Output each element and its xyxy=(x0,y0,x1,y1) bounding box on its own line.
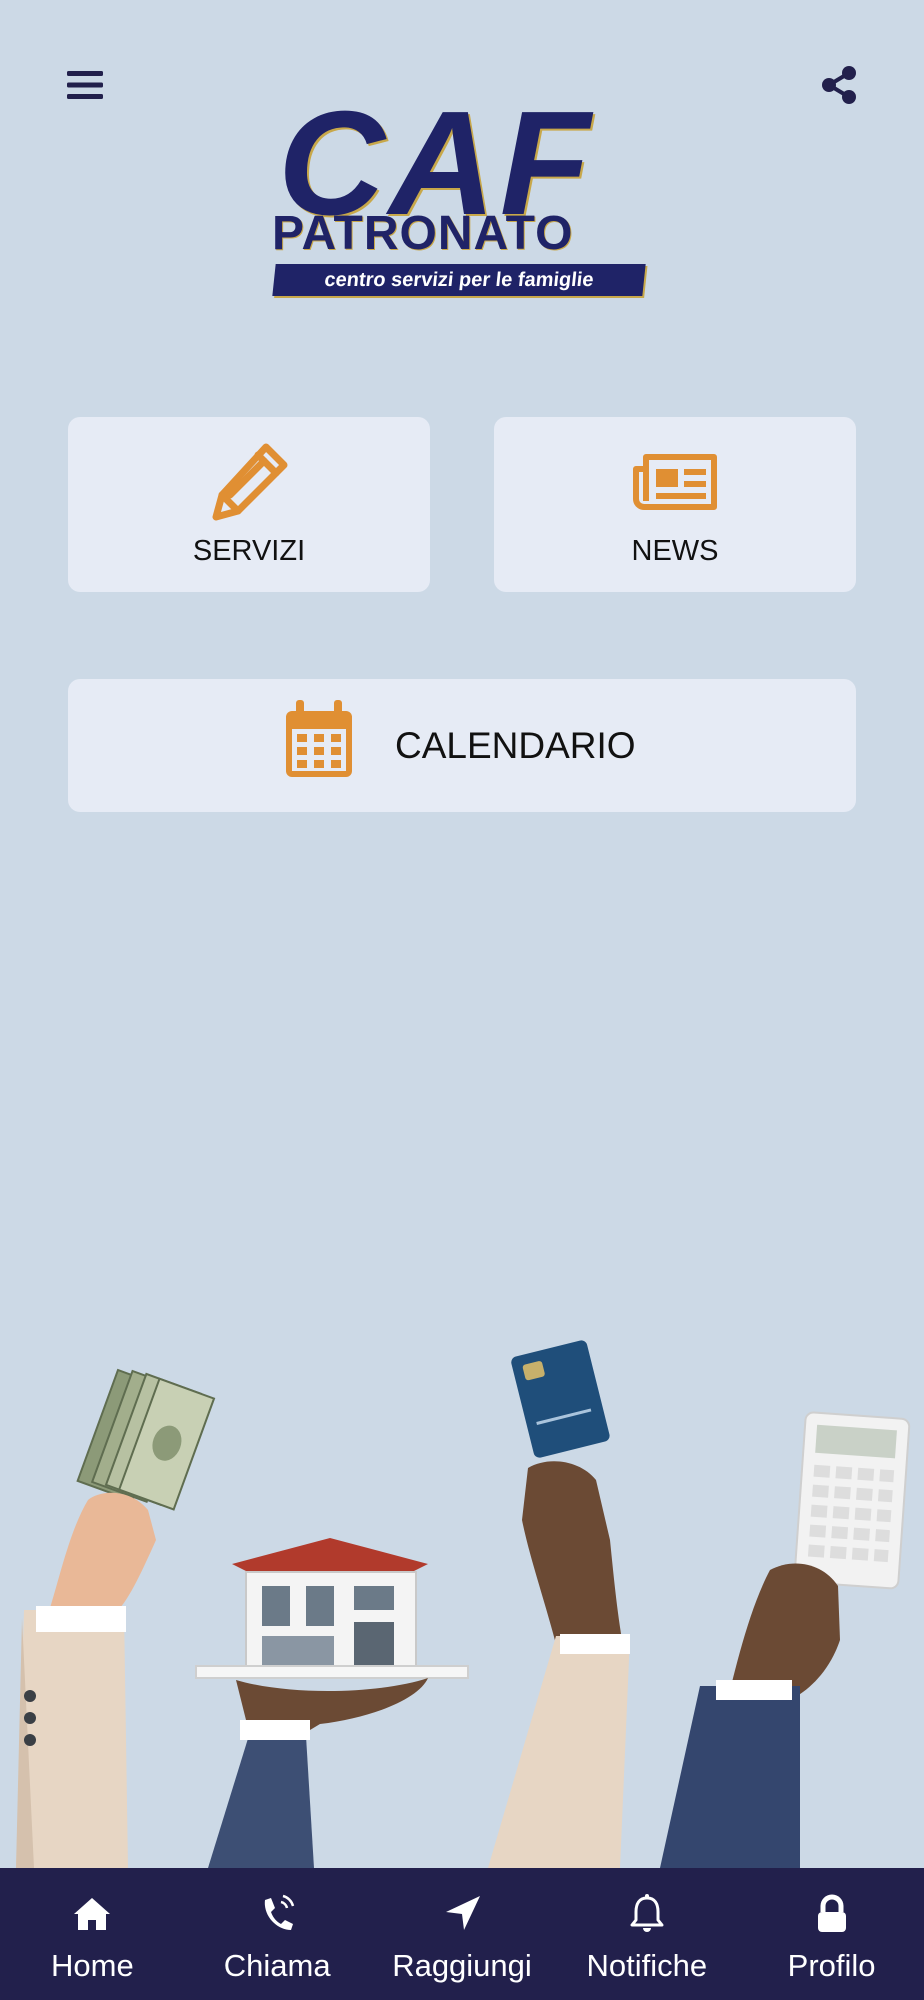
location-arrow-icon xyxy=(445,1896,480,1930)
servizi-label: SERVIZI xyxy=(192,535,306,567)
nav-item-home[interactable]: Home xyxy=(0,1868,185,2000)
nav-item-chiama[interactable]: Chiama xyxy=(185,1868,370,2000)
home-icon xyxy=(74,1898,111,1930)
nav-label-profilo: Profilo xyxy=(787,1948,876,1983)
calendario-card[interactable]: CALENDARIO xyxy=(68,679,856,812)
newspaper-icon xyxy=(633,454,717,510)
money-bills xyxy=(76,1368,216,1511)
nav-label-raggiungi: Raggiungi xyxy=(392,1948,532,1983)
nav-label-chiama: Chiama xyxy=(223,1948,331,1983)
logo-tagline: centro servizi per le famiglie xyxy=(272,264,646,296)
servizi-card[interactable]: SERVIZI xyxy=(68,417,430,592)
pencil-icon xyxy=(212,443,288,521)
lock-icon xyxy=(817,1894,846,1932)
house-model xyxy=(195,1538,469,1679)
phone-icon xyxy=(264,1894,295,1930)
bottom-navigation: Home Chiama Raggiungi Notifiche Profilo xyxy=(0,1868,924,2000)
share-button[interactable] xyxy=(814,60,864,110)
menu-button[interactable] xyxy=(60,60,110,110)
bell-icon xyxy=(630,1894,664,1932)
nav-label-home: Home xyxy=(51,1948,134,1983)
nav-item-notifiche[interactable]: Notifiche xyxy=(554,1868,739,2000)
logo-subtitle: PATRONATO xyxy=(272,207,574,260)
nav-label-notifiche: Notifiche xyxy=(586,1948,708,1983)
nav-item-raggiungi[interactable]: Raggiungi xyxy=(370,1868,555,2000)
news-card[interactable]: NEWS xyxy=(494,417,856,592)
credit-card xyxy=(511,1340,610,1458)
nav-item-profilo[interactable]: Profilo xyxy=(739,1868,924,2000)
news-label: NEWS xyxy=(631,535,719,567)
calendar-icon xyxy=(286,700,352,777)
calculator xyxy=(793,1411,911,1590)
calendario-label: CALENDARIO xyxy=(395,725,636,766)
hands-illustration xyxy=(16,1340,911,1868)
share-icon xyxy=(822,66,856,104)
hamburger-menu-icon xyxy=(67,71,103,99)
caf-patronato-logo: CAF PATRONATO centro servizi per le fami… xyxy=(270,90,650,303)
